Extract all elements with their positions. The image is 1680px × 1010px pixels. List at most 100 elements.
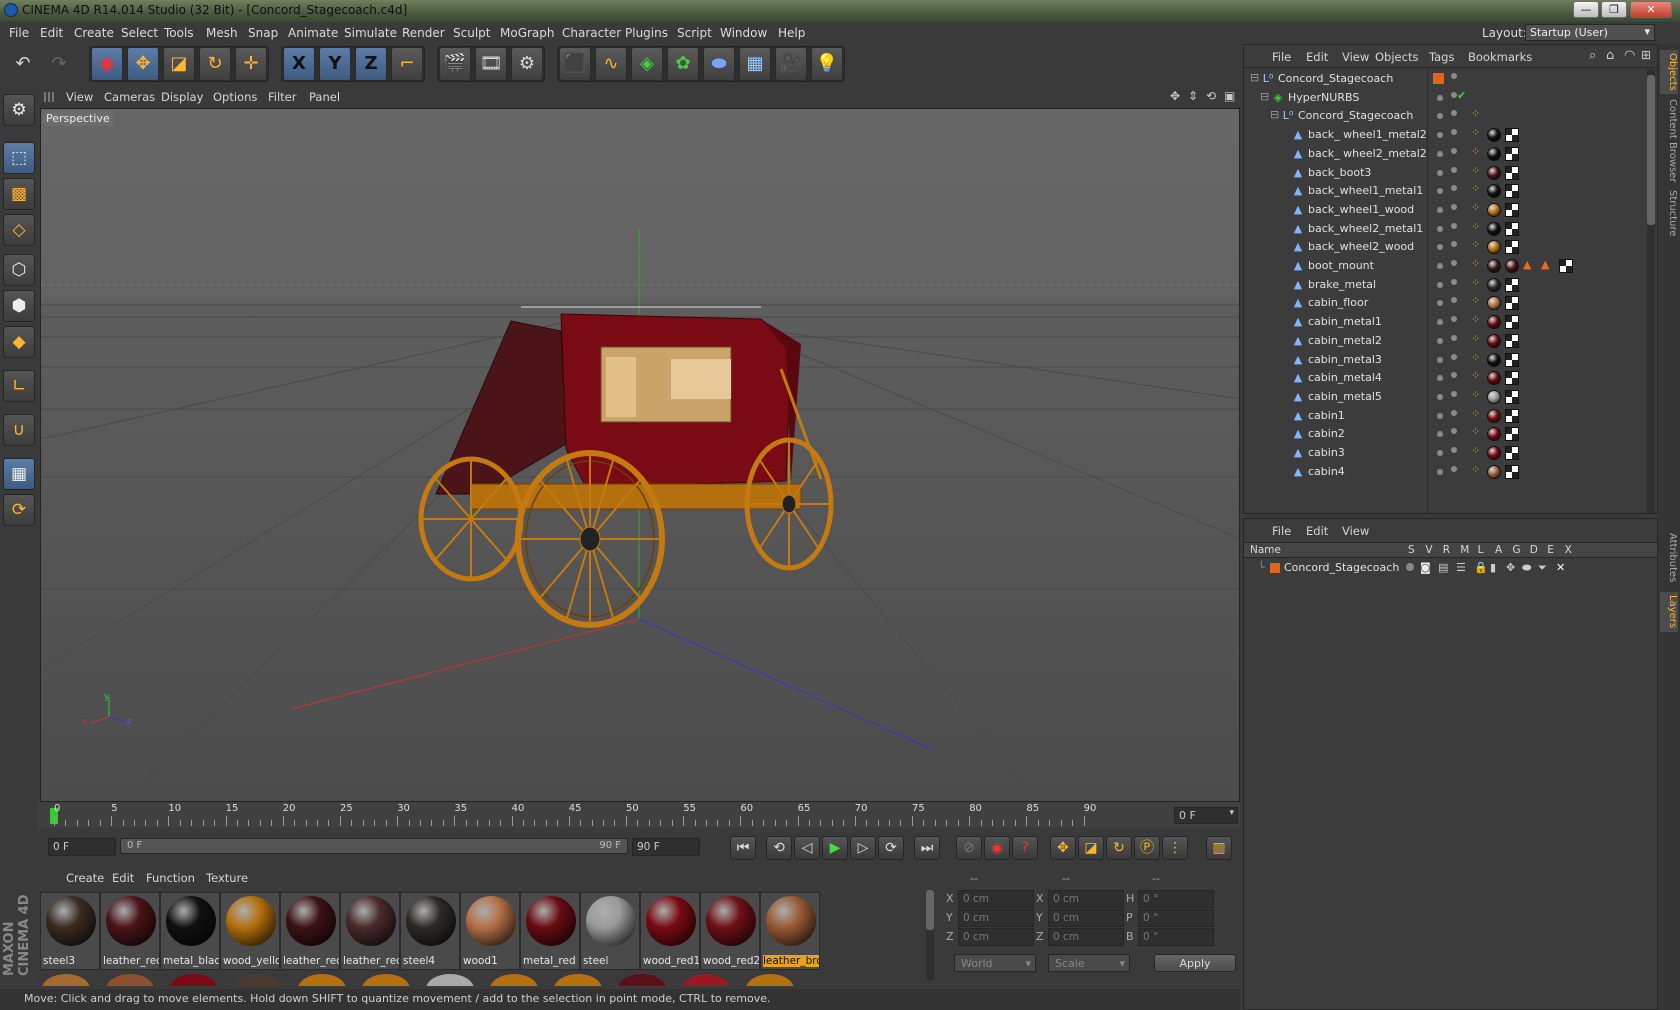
object-row[interactable]: ▲ cabin_metal3 ⁘ [1244,350,1644,370]
editor-visibility-dot[interactable] [1437,431,1443,438]
coord-mode-select[interactable]: World ▾ [954,954,1036,972]
menu-animate[interactable]: Animate [288,26,338,40]
search-icon[interactable]: ⌕ [1589,48,1596,63]
phong-tag-icon[interactable]: ⁘ [1471,107,1480,120]
render-visibility-dot[interactable] [1451,390,1457,397]
material-tag-icon[interactable] [1487,333,1501,348]
phong-tag-icon[interactable]: ⁘ [1471,257,1480,270]
object-row[interactable]: ▲ cabin1 ⁘ [1244,406,1644,426]
menu-snap[interactable]: Snap [248,26,278,40]
uvw-tag-icon[interactable] [1505,371,1519,386]
deformer-icon[interactable]: ⬬ [703,47,735,81]
previous-frame-icon[interactable]: ◁ [794,836,820,860]
render-picture-viewer-icon[interactable]: 🎞 [475,47,507,81]
material-swatch[interactable]: wood1 [460,892,520,970]
tab-attributes[interactable]: Attributes [1660,530,1678,586]
material-tag-icon[interactable] [1487,240,1501,255]
y-axis-lock-button[interactable]: Y [319,47,351,81]
render-visibility-dot[interactable] [1451,278,1457,285]
layer-name[interactable]: Concord_Stagecoach [1284,561,1399,574]
render-visibility-dot[interactable] [1451,147,1457,154]
viewport-menu-display[interactable]: Display [161,90,203,104]
key-parameter-icon[interactable]: Ⓟ [1134,836,1160,860]
key-pla-icon[interactable]: ⋮ [1162,836,1188,860]
layer-deformer-icon[interactable]: ⬬ [1522,561,1531,575]
array-icon[interactable]: ✿ [667,47,699,81]
new-window-icon[interactable]: ⊞ [1641,48,1651,62]
object-name[interactable]: cabin_metal3 [1308,353,1382,366]
workplane-lock-icon[interactable]: ▦ [3,458,35,490]
editor-visibility-dot[interactable] [1437,113,1443,120]
key-position-icon[interactable]: ✥ [1050,836,1076,860]
viewport-zoom-icon[interactable]: ⇕ [1188,89,1198,103]
object-name[interactable]: back_wheel1_wood [1308,203,1414,216]
layer-lock-icon[interactable]: 🔒 [1474,561,1488,574]
layer-column-header[interactable]: L [1478,544,1484,556]
material-swatch[interactable]: leather_red [100,892,160,970]
render-visibility-dot[interactable] [1451,297,1457,304]
object-row[interactable]: ▲ back_ wheel1_metal2 ⁘ [1244,125,1644,145]
cube-primitive-icon[interactable]: ⬛ [559,47,591,81]
uvw-tag-icon[interactable] [1505,202,1519,217]
menu-tools[interactable]: Tools [164,26,194,40]
material-swatch[interactable]: steel3 [40,892,100,970]
perspective-viewport[interactable]: Perspective y x z [40,108,1240,802]
material-tag-icon[interactable] [1487,389,1501,404]
material-tag-icon[interactable] [1487,408,1501,423]
uvw-tag-icon[interactable] [1505,184,1519,199]
object-name[interactable]: cabin_floor [1308,296,1368,309]
home-icon[interactable]: ⌂ [1606,48,1614,63]
coord-value-field[interactable]: 0 cm [1048,909,1124,927]
layer-xref-icon[interactable]: ✕ [1556,561,1565,574]
editor-visibility-dot[interactable] [1437,169,1443,176]
editor-visibility-dot[interactable] [1437,319,1443,326]
timeline-ruler[interactable]: 0 5 10 15 20 25 30 35 40 45 50 55 60 65 70 75 80 85 90 0 F… [38,802,1240,828]
uvw-tag-icon[interactable] [1505,146,1519,161]
coord-value-field[interactable]: 0 cm [958,890,1034,908]
phong-tag-icon[interactable]: ⁘ [1471,126,1480,139]
material-tag-icon[interactable] [1487,165,1501,180]
axis-mode-icon[interactable]: ∟ [3,370,35,402]
object-name[interactable]: cabin_metal5 [1308,390,1382,403]
phong-tag-icon[interactable]: ⁘ [1471,444,1480,457]
object-row[interactable]: ⊟ ◈ HyperNURBS ✔ [1244,88,1644,108]
coord-scale-select[interactable]: Scale ▾ [1048,954,1130,972]
phong-tag-icon[interactable]: ⁘ [1471,164,1480,177]
material-tag-icon[interactable] [1487,184,1501,199]
uvw-tag-icon[interactable] [1505,315,1519,330]
spline-icon[interactable]: ∿ [595,47,627,81]
phong-tag-icon[interactable]: ⁘ [1471,313,1480,326]
uvw-tag-icon[interactable] [1505,277,1519,292]
editor-visibility-dot[interactable] [1437,412,1443,419]
mat-menu-texture[interactable]: Texture [206,871,248,885]
phong-tag-icon[interactable]: ⁘ [1471,294,1480,307]
mat-menu-edit[interactable]: Edit [112,871,134,885]
material-swatch[interactable]: wood_yellow [220,892,280,970]
editor-visibility-dot[interactable] [1437,450,1443,456]
layer-column-header[interactable]: V [1425,544,1432,556]
planar-workplane-icon[interactable]: ⟳ [3,494,35,526]
layer-manager-icon[interactable]: ☰ [1456,561,1466,574]
object-row[interactable]: ▲ cabin2 ⁘ [1244,424,1644,444]
editor-visibility-dot[interactable] [1437,468,1443,475]
viewport-menu-panel[interactable]: Panel [309,90,340,104]
phong-tag-icon[interactable]: ⁘ [1471,182,1480,195]
layer-visible-icon[interactable]: ◙ [1420,561,1431,574]
layer-column-header[interactable]: S [1408,544,1415,556]
collapse-toggle-icon[interactable]: ⊟ [1260,90,1269,103]
uvw-tag-icon[interactable] [1505,296,1519,311]
layer-color-swatch[interactable] [1433,73,1444,84]
editor-visibility-dot[interactable] [1437,300,1443,307]
menu-plugins[interactable]: Plugins [625,26,668,40]
z-axis-lock-button[interactable]: Z [355,47,387,81]
make-editable-icon[interactable]: ⚙ [3,94,35,126]
layer-column-header[interactable]: G [1512,544,1520,556]
material-tag-icon[interactable] [1487,296,1501,311]
points-mode-icon[interactable]: ⬡ [3,254,35,286]
render-visibility-dot[interactable] [1451,428,1457,435]
phong-tag-icon[interactable]: ⁘ [1471,425,1480,438]
rotate-tool-icon[interactable]: ↻ [199,47,231,81]
object-scrollbar[interactable] [1647,69,1655,513]
undo-icon[interactable]: ↶ [7,47,39,81]
coord-value-field[interactable]: 0 cm [1048,890,1124,908]
